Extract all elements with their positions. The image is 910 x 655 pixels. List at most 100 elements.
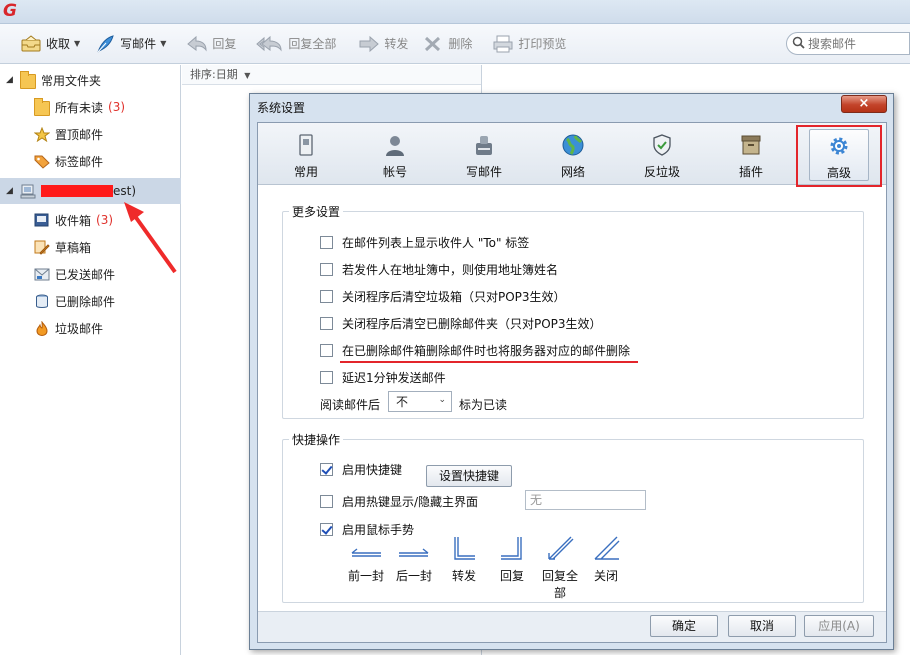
sidebar-item-tagged[interactable]: 标签邮件 [0, 148, 181, 174]
sidebar-item-label: 所有未读 [55, 100, 104, 115]
chevron-down-icon[interactable]: ▼ [74, 39, 80, 48]
option-label: 在已删除邮件箱删除邮件时也将服务器对应的邮件删除 [342, 344, 631, 358]
sort-label: 排序:日期 [190, 68, 238, 81]
search-box[interactable] [786, 32, 910, 55]
gesture-down-left-icon [501, 537, 522, 560]
option-delete-on-server[interactable]: 在已删除邮件箱删除邮件时也将服务器对应的邮件删除 [320, 342, 630, 359]
checkbox[interactable] [320, 463, 333, 476]
expand-triangle-icon[interactable]: ◢ [6, 75, 16, 85]
option-use-addressbook-name[interactable]: 若发件人在地址簿中，则使用地址簿姓名 [320, 261, 558, 278]
option-label: 若发件人在地址簿中，则使用地址簿姓名 [342, 263, 559, 277]
hotkey-input[interactable]: 无 [525, 490, 646, 510]
sidebar-item-label: 已发送邮件 [55, 267, 116, 282]
cancel-button[interactable]: 取消 [728, 615, 796, 637]
account-computer-icon [20, 184, 36, 199]
expand-triangle-icon[interactable]: ◢ [6, 186, 16, 196]
gesture-diagonal-icon [548, 536, 574, 560]
close-icon[interactable]: × [841, 95, 887, 113]
gesture-reply-all: 回复全部 [538, 535, 582, 601]
folder-icon [34, 98, 50, 116]
ok-button[interactable]: 确定 [650, 615, 718, 637]
tab-label: 帐号 [382, 165, 407, 179]
reply-button[interactable]: 回复 [180, 30, 244, 58]
gesture-close: 关闭 [584, 535, 628, 584]
checkbox[interactable] [320, 290, 333, 303]
chevron-down-icon[interactable]: ▼ [244, 71, 250, 80]
gesture-previous: 前一封 [344, 543, 388, 584]
compose-label: 写邮件 [120, 37, 157, 51]
delete-label: 删除 [448, 37, 473, 51]
unread-count-badge: (3) [108, 100, 126, 114]
search-input[interactable] [808, 36, 903, 51]
tab-general[interactable]: 常用 [276, 129, 336, 181]
checkbox[interactable] [320, 523, 333, 536]
dialog-content: 常用 帐号 写邮件 网络 反垃圾 插件 高级 更多设置 在邮件列表上显示收件人 … [257, 122, 887, 643]
receive-button[interactable]: 收取 ▼ [14, 30, 88, 58]
account-label: est) [113, 184, 137, 198]
redacted-account-name [41, 185, 113, 197]
tab-label: 反垃圾 [643, 165, 680, 179]
tab-network[interactable]: 网络 [543, 129, 603, 181]
receive-label: 收取 [46, 37, 71, 51]
tab-compose[interactable]: 写邮件 [454, 129, 514, 181]
checkbox[interactable] [320, 317, 333, 330]
read-after-row: 阅读邮件后 [320, 396, 380, 413]
sidebar-item-pinned[interactable]: 置顶邮件 [0, 121, 181, 147]
tag-icon [34, 154, 50, 169]
option-enable-shortcuts[interactable]: 启用快捷键 [320, 461, 402, 478]
checkbox[interactable] [320, 371, 333, 384]
reply-all-button[interactable]: 回复全部 [250, 30, 344, 58]
trash-can-icon [34, 294, 50, 309]
option-hotkey-toggle[interactable]: 启用热键显示/隐藏主界面 [320, 493, 478, 510]
checkbox[interactable] [320, 344, 333, 357]
chevron-down-icon[interactable]: ▼ [160, 39, 166, 48]
common-folders-header[interactable]: ◢ 常用文件夹 [0, 67, 181, 93]
gesture-label: 后一封 [395, 569, 432, 583]
printer-icon [492, 34, 514, 54]
option-empty-deleted-on-close[interactable]: 关闭程序后清空已删除邮件夹（只对POP3生效） [320, 315, 602, 332]
common-folders-label: 常用文件夹 [41, 73, 102, 88]
apply-button[interactable]: 应用(A) [804, 615, 874, 637]
gesture-label: 回复全部 [541, 569, 578, 600]
option-empty-spam-on-close[interactable]: 关闭程序后清空垃圾箱（只对POP3生效） [320, 288, 566, 305]
option-delay-send[interactable]: 延迟1分钟发送邮件 [320, 369, 446, 386]
sidebar-item-label: 已删除邮件 [55, 294, 116, 309]
highlight-box-annotation [796, 125, 882, 187]
print-preview-button[interactable]: 打印预览 [486, 30, 574, 58]
option-mouse-gesture[interactable]: 启用鼠标手势 [320, 521, 414, 538]
gesture-label: 回复 [499, 569, 524, 583]
checkbox[interactable] [320, 236, 333, 249]
gesture-label: 转发 [451, 569, 476, 583]
tab-label: 写邮件 [465, 165, 502, 179]
sort-bar[interactable]: 排序:日期 ▼ [182, 65, 481, 85]
set-shortcuts-button[interactable]: 设置快捷键 [426, 465, 512, 487]
option-show-to-label[interactable]: 在邮件列表上显示收件人 "To" 标签 [320, 234, 529, 251]
gesture-diagonal-line-icon [594, 536, 620, 560]
user-icon [383, 133, 407, 157]
reply-all-label: 回复全部 [288, 37, 337, 51]
red-underline-annotation [340, 361, 638, 363]
read-after-select[interactable]: 不 ⌄ [388, 391, 452, 412]
sidebar-item-label: 收件箱 [55, 213, 92, 228]
delete-x-icon [422, 34, 444, 54]
gesture-forward: 转发 [442, 535, 486, 584]
settings-tabs: 常用 帐号 写邮件 网络 反垃圾 插件 高级 [258, 123, 886, 187]
folder-sidebar: ◢ 常用文件夹 所有未读 (3) 置顶邮件 标签邮件 ◢ est) 收件箱 (3… [0, 65, 181, 655]
compose-button[interactable]: 写邮件 ▼ [88, 30, 174, 58]
forward-button[interactable]: 转发 [352, 30, 416, 58]
option-label: 关闭程序后清空垃圾箱（只对POP3生效） [342, 290, 566, 304]
sidebar-item-all-unread[interactable]: 所有未读 (3) [0, 94, 181, 120]
sidebar-item-label: 标签邮件 [55, 154, 104, 169]
checkbox[interactable] [320, 263, 333, 276]
tab-account[interactable]: 帐号 [365, 129, 425, 181]
tab-plugins[interactable]: 插件 [721, 129, 781, 181]
gesture-left-arrow-icon [351, 548, 381, 557]
feather-pen-icon [94, 34, 116, 54]
option-label: 启用鼠标手势 [342, 523, 415, 537]
sidebar-item-deleted[interactable]: 已删除邮件 [0, 288, 181, 314]
reply-label: 回复 [212, 37, 237, 51]
tab-antispam[interactable]: 反垃圾 [632, 129, 692, 181]
checkbox[interactable] [320, 495, 333, 508]
sidebar-item-spam[interactable]: 垃圾邮件 [0, 315, 181, 341]
delete-button[interactable]: 删除 [416, 30, 480, 58]
